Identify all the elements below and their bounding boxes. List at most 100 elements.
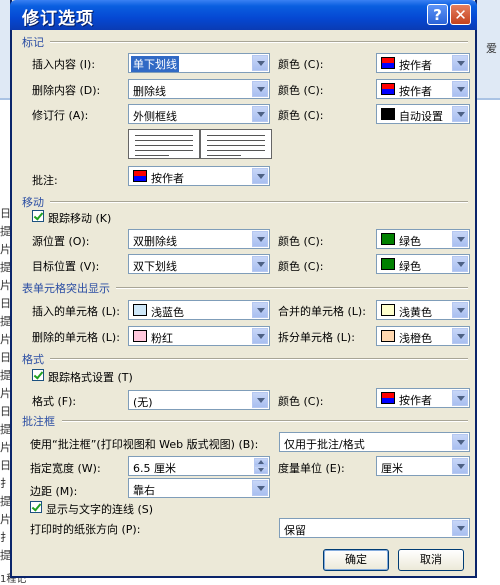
delete-color-value: 按作者 — [399, 85, 432, 98]
merged-cells-dropdown[interactable]: 浅黄色 — [376, 300, 470, 320]
spin-up-icon[interactable] — [254, 458, 268, 466]
chevron-down-icon[interactable] — [452, 231, 468, 247]
preview-line — [207, 150, 265, 151]
preferred-width-spinner[interactable]: 6.5 厘米 — [128, 456, 270, 476]
margin-dropdown[interactable]: 靠右 — [128, 478, 270, 498]
track-formatting-checkbox[interactable] — [32, 369, 44, 381]
preview-line — [207, 145, 265, 146]
chevron-down-icon[interactable] — [452, 55, 468, 71]
spin-down-icon[interactable] — [254, 466, 268, 474]
section-markup-title: 标记 — [22, 36, 44, 49]
margin-label: 边距 (M): — [30, 485, 78, 498]
deleted-cells-label: 删除的单元格 (L): — [32, 331, 120, 344]
deleted-cells-value: 粉红 — [151, 332, 173, 345]
delete-label: 删除内容 (D): — [32, 84, 101, 97]
measure-unit-dropdown[interactable]: 厘米 — [376, 456, 470, 476]
delete-style-value: 删除线 — [133, 85, 166, 98]
preview-line — [207, 135, 265, 136]
inserted-cells-dropdown[interactable]: 浅蓝色 — [128, 300, 270, 320]
move-to-color-dropdown[interactable]: 绿色 — [376, 254, 470, 274]
close-icon: ✕ — [454, 6, 467, 24]
margin-value: 靠右 — [133, 484, 155, 497]
close-button[interactable]: ✕ — [450, 4, 471, 25]
changed-lines-label: 修订行 (A): — [32, 109, 89, 122]
chevron-down-icon[interactable] — [452, 302, 468, 318]
chevron-down-icon[interactable] — [252, 256, 268, 272]
move-from-color-dropdown[interactable]: 绿色 — [376, 229, 470, 249]
section-moves-title: 移动 — [22, 196, 44, 209]
chevron-down-icon[interactable] — [252, 81, 268, 97]
help-button[interactable]: ? — [427, 4, 448, 25]
chevron-down-icon[interactable] — [452, 458, 468, 474]
cancel-button[interactable]: 取消 — [398, 549, 464, 571]
show-lines-checkbox[interactable] — [30, 501, 42, 513]
preferred-width-value: 6.5 厘米 — [133, 462, 176, 475]
split-cells-label: 拆分单元格 (L): — [278, 331, 355, 344]
track-moves-label[interactable]: 跟踪移动 (K) — [48, 210, 111, 226]
color-swatch — [381, 233, 395, 245]
section-table-title: 表单元格突出显示 — [22, 282, 110, 295]
chevron-down-icon[interactable] — [252, 328, 268, 344]
delete-style-dropdown[interactable]: 删除线 — [128, 79, 270, 99]
chevron-down-icon[interactable] — [452, 81, 468, 97]
section-moves-divider — [50, 201, 468, 203]
changed-lines-color-dropdown[interactable]: 自动设置 — [376, 104, 470, 124]
track-changes-options-dialog: 修订选项 ? ✕ 标记 插入内容 (I): 单下划线 颜色 (C): 按作者 删… — [10, 0, 477, 578]
preferred-width-label: 指定宽度 (W): — [30, 462, 101, 475]
chevron-down-icon[interactable] — [252, 480, 268, 496]
format-label: 格式 (F): — [32, 395, 77, 408]
changed-lines-dropdown[interactable]: 外侧框线 — [128, 104, 270, 124]
measure-unit-label: 度量单位 (E): — [278, 462, 345, 475]
move-from-label: 源位置 (O): — [32, 235, 90, 248]
move-to-value: 双下划线 — [133, 260, 177, 273]
chevron-down-icon[interactable] — [252, 302, 268, 318]
color-swatch — [381, 392, 395, 404]
ok-button[interactable]: 确定 — [323, 549, 389, 571]
show-lines-label[interactable]: 显示与文字的连线 (S) — [46, 501, 153, 517]
help-icon: ? — [433, 6, 442, 24]
color-swatch — [381, 330, 395, 342]
move-to-dropdown[interactable]: 双下划线 — [128, 254, 270, 274]
chevron-down-icon[interactable] — [452, 390, 468, 406]
move-to-label: 目标位置 (V): — [32, 260, 100, 273]
chevron-down-icon[interactable] — [252, 106, 268, 122]
section-balloons-title: 批注框 — [22, 415, 55, 428]
paper-orientation-dropdown[interactable]: 保留 — [279, 518, 470, 538]
chevron-down-icon[interactable] — [252, 392, 268, 408]
preview-line — [135, 155, 169, 156]
split-cells-dropdown[interactable]: 浅橙色 — [376, 326, 470, 346]
color-swatch — [381, 57, 395, 69]
track-formatting-label[interactable]: 跟踪格式设置 (T) — [48, 369, 133, 385]
delete-color-dropdown[interactable]: 按作者 — [376, 79, 470, 99]
chevron-down-icon[interactable] — [452, 256, 468, 272]
deleted-cells-dropdown[interactable]: 粉红 — [128, 326, 270, 346]
insert-color-dropdown[interactable]: 按作者 — [376, 53, 470, 73]
chevron-down-icon[interactable] — [452, 434, 468, 450]
section-table-divider — [116, 287, 468, 289]
chevron-down-icon[interactable] — [452, 328, 468, 344]
move-from-dropdown[interactable]: 双删除线 — [128, 229, 270, 249]
paper-orientation-label: 打印时的纸张方向 (P): — [30, 523, 141, 536]
format-dropdown[interactable]: (无) — [128, 390, 270, 410]
move-from-color-value: 绿色 — [399, 235, 421, 248]
paper-orientation-value: 保留 — [284, 524, 306, 537]
insert-label: 插入内容 (I): — [32, 58, 96, 71]
chevron-down-icon[interactable] — [452, 520, 468, 536]
dialog-titlebar[interactable]: 修订选项 ? ✕ — [10, 0, 477, 30]
color-swatch — [133, 304, 147, 316]
chevron-down-icon[interactable] — [452, 106, 468, 122]
use-balloons-dropdown[interactable]: 仅用于批注/格式 — [279, 432, 470, 452]
format-color-dropdown[interactable]: 按作者 — [376, 388, 470, 408]
preview-left-page — [128, 129, 200, 159]
preview-line — [135, 140, 193, 141]
move-from-value: 双删除线 — [133, 235, 177, 248]
section-balloons-divider — [62, 420, 468, 422]
chevron-down-icon[interactable] — [252, 55, 268, 71]
comments-color-dropdown[interactable]: 按作者 — [128, 166, 270, 186]
track-moves-checkbox[interactable] — [32, 210, 44, 222]
chevron-down-icon[interactable] — [252, 168, 268, 184]
insert-style-dropdown[interactable]: 单下划线 — [128, 53, 270, 73]
chevron-down-icon[interactable] — [252, 231, 268, 247]
insert-color-label: 颜色 (C): — [278, 58, 324, 71]
comments-color-value: 按作者 — [151, 172, 184, 185]
